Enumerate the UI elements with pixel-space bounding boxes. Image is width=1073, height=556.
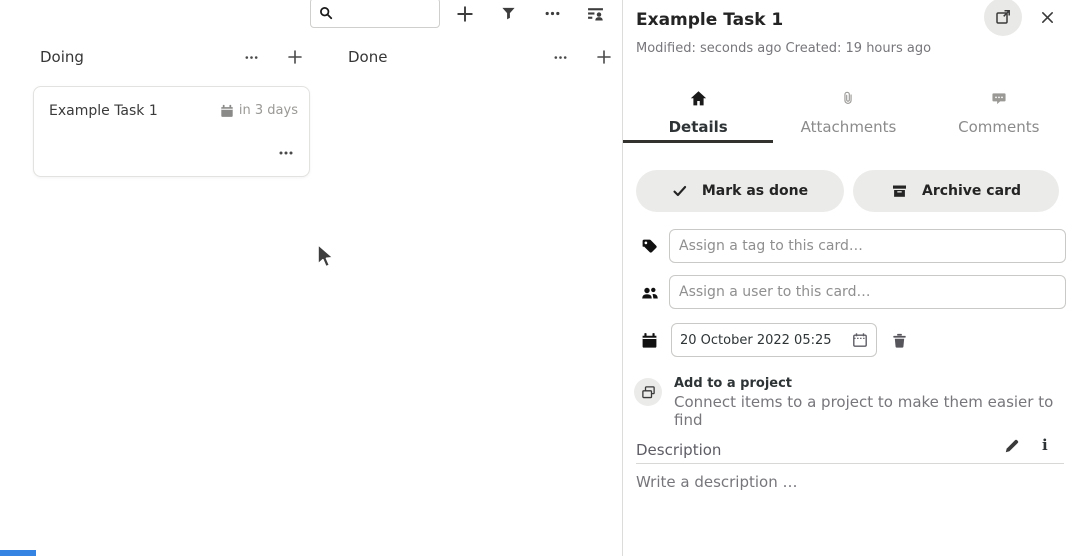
column-menu-dots-icon[interactable] [241, 47, 261, 67]
card-actions: Mark as done Archive card [636, 170, 1059, 212]
mouse-cursor [316, 243, 337, 272]
project-row-subtitle: Connect items to a project to make them … [674, 393, 1073, 429]
due-date-field[interactable]: 20 October 2022 05:25 [671, 323, 877, 357]
task-detail-panel: Example Task 1 Modified: seconds ago Cre… [622, 0, 1073, 556]
add-to-project-row[interactable]: Add to a project Connect items to a proj… [623, 374, 1073, 410]
panel-title: Example Task 1 [636, 10, 783, 30]
search-icon [319, 6, 333, 20]
mark-as-done-button[interactable]: Mark as done [636, 170, 844, 212]
description-editor[interactable]: Write a description … [636, 473, 1064, 543]
home-icon [690, 89, 707, 107]
users-icon [641, 284, 659, 301]
column-add-card-button[interactable] [285, 47, 305, 67]
description-label: Description [636, 441, 721, 459]
board-menu-dots-icon[interactable] [537, 0, 567, 27]
column-header-done: Done [341, 45, 619, 69]
tag-icon [641, 238, 658, 255]
open-in-new-window-button[interactable] [984, 0, 1022, 36]
assign-tag-input[interactable] [669, 229, 1066, 263]
pencil-icon [1004, 438, 1020, 454]
comment-icon [991, 89, 1007, 107]
calendar-icon [641, 332, 658, 349]
column-header-doing: Doing [33, 45, 310, 69]
paperclip-icon [841, 89, 855, 107]
panel-modified-meta: Modified: seconds ago Created: 19 hours … [636, 41, 931, 56]
add-card-button[interactable] [450, 0, 480, 27]
card-due-date: in 3 days [220, 103, 298, 118]
assign-user-input[interactable] [669, 275, 1066, 309]
project-row-title: Add to a project [674, 376, 792, 391]
archive-card-button[interactable]: Archive card [853, 170, 1059, 212]
due-date-row: 20 October 2022 05:25 [623, 323, 1073, 357]
column-add-card-button[interactable] [594, 47, 614, 67]
tab-label: Comments [958, 118, 1039, 136]
archive-icon [891, 183, 908, 199]
tag-row [623, 229, 1073, 263]
project-windows-icon [634, 378, 662, 406]
column-title: Doing [33, 48, 84, 66]
tab-label: Details [669, 118, 728, 136]
external-link-icon [995, 9, 1011, 25]
description-info-button[interactable]: i [1042, 436, 1048, 454]
close-icon [1040, 10, 1055, 25]
user-row [623, 275, 1073, 309]
search-input[interactable] [339, 6, 435, 21]
close-panel-button[interactable] [1037, 7, 1057, 27]
tab-label: Attachments [801, 118, 897, 136]
column-title: Done [341, 48, 387, 66]
filter-funnel-icon[interactable] [493, 0, 523, 27]
delete-due-date-button[interactable] [891, 332, 908, 349]
checkmark-icon [672, 183, 688, 199]
calendar-icon [220, 104, 234, 118]
card-menu-dots-icon[interactable] [276, 143, 296, 163]
card-title: Example Task 1 [49, 103, 158, 119]
description-divider [636, 463, 1064, 464]
list-user-icon[interactable] [580, 0, 610, 27]
panel-tabs: Details Attachments Comments [623, 82, 1073, 143]
open-calendar-button[interactable] [852, 332, 868, 348]
search-box[interactable] [310, 0, 440, 28]
app-window: Doing Done Example Task 1 in [0, 0, 1073, 556]
tab-comments[interactable]: Comments [924, 82, 1073, 143]
column-menu-dots-icon[interactable] [550, 47, 570, 67]
edit-description-button[interactable] [1004, 438, 1020, 454]
task-card[interactable]: Example Task 1 in 3 days [33, 86, 310, 177]
bottom-blue-strip [0, 550, 36, 556]
due-date-value: 20 October 2022 05:25 [680, 333, 832, 348]
tab-attachments[interactable]: Attachments [773, 82, 923, 143]
tab-details[interactable]: Details [623, 82, 773, 143]
